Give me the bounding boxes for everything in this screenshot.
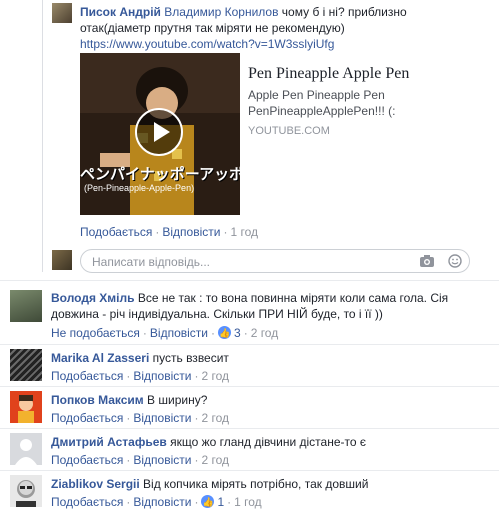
preview-title[interactable]: Pen Pineapple Apple Pen: [248, 65, 409, 83]
comment-author[interactable]: Володя Хміль: [51, 291, 135, 305]
divider: [0, 344, 499, 345]
comment-body: Marika Al Zasseri пусть взвесит: [51, 350, 229, 366]
comment-author[interactable]: Дмитрий Астафьев: [51, 435, 167, 449]
timestamp[interactable]: 2 год: [201, 369, 229, 383]
preview-desc-line2: PenPineappleApplePen!!! (:: [248, 104, 396, 118]
reply-button[interactable]: Відповісти: [133, 369, 191, 383]
comment-body: Ziablikov Sergii Від копчика мірять потр…: [51, 476, 368, 492]
divider: [0, 470, 499, 471]
like-button[interactable]: Подобається: [51, 411, 123, 425]
comment-actions: Подобається·Відповісти·1·1 год: [51, 494, 262, 510]
thumbnail-subcaption: (Pen-Pineapple-Apple-Pen): [84, 183, 195, 193]
thumbnail-caption: ペンパイナッポーアッポー: [80, 166, 240, 183]
play-icon[interactable]: [135, 108, 183, 156]
reply-text: чому б і ні? приблизно: [278, 5, 407, 19]
comment-text: Все не так : то вона повинна міряти коли…: [137, 291, 449, 305]
emoji-icon[interactable]: [448, 254, 462, 271]
reply-actions: Подобається · Відповісти · 1 год: [80, 225, 258, 239]
preview-desc-line1: Apple Pen Pineapple Pen: [248, 88, 385, 102]
timestamp[interactable]: 2 год: [201, 453, 229, 467]
link-preview-card[interactable]: ペンパイナッポーアッポー (Pen-Pineapple-Apple-Pen) P…: [80, 53, 432, 215]
comment-author[interactable]: Попков Максим: [51, 393, 144, 407]
comment-actions: Подобається · Відповісти · 2 год: [51, 453, 229, 467]
like-count-icon: [201, 494, 215, 510]
like-button[interactable]: Подобається: [51, 453, 123, 467]
comment-author[interactable]: Marika Al Zasseri: [51, 351, 149, 365]
avatar[interactable]: [10, 391, 42, 423]
reply-button[interactable]: Відповісти: [150, 326, 208, 340]
like-count[interactable]: 3: [234, 326, 241, 340]
my-avatar: [52, 250, 72, 270]
timestamp[interactable]: 1 год: [230, 225, 258, 239]
unlike-button[interactable]: Не подобається: [51, 326, 140, 340]
youtube-url-link[interactable]: https://www.youtube.com/watch?v=1W3sslyi…: [80, 37, 334, 51]
reply-input-box[interactable]: [80, 249, 470, 273]
mention-link[interactable]: Владимир Корнилов: [164, 5, 278, 19]
reply-button[interactable]: Відповісти: [133, 411, 191, 425]
divider: [0, 386, 499, 387]
reply-button[interactable]: Відповісти: [162, 225, 220, 239]
reply-button[interactable]: Відповісти: [133, 495, 191, 509]
avatar[interactable]: [10, 290, 42, 322]
reply-input[interactable]: [90, 253, 414, 271]
avatar[interactable]: [10, 475, 42, 507]
comment-body: Дмитрий Астафьев якщо жо гланд дівчини д…: [51, 434, 366, 450]
reply-button[interactable]: Відповісти: [133, 453, 191, 467]
reply-text-line2: отак(діаметр прутня так міряти не рекоме…: [80, 21, 345, 35]
comment-author[interactable]: Ziablikov Sergii: [51, 477, 140, 491]
comment-body: Володя Хміль Все не так : то вона повинн…: [51, 290, 491, 322]
comment-text: В ширину?: [147, 393, 208, 407]
reply-body: Писок Андрій Владимир Корнилов чому б і …: [80, 4, 490, 52]
like-button[interactable]: Подобається: [51, 495, 123, 509]
comment-text: якщо жо гланд дівчини дістане-то є: [170, 435, 367, 449]
comment-actions: Подобається · Відповісти · 2 год: [51, 369, 229, 383]
like-count-icon: [218, 325, 231, 341]
comment-actions: Не подобається·Відповісти·3·2 год: [51, 325, 278, 341]
comment-text: Від копчика мірять потрібно, так довший: [143, 477, 369, 491]
timestamp[interactable]: 2 год: [251, 326, 279, 340]
like-count[interactable]: 1: [217, 495, 224, 509]
timestamp[interactable]: 1 год: [234, 495, 262, 509]
avatar[interactable]: [52, 3, 72, 23]
video-thumbnail[interactable]: ペンパイナッポーアッポー (Pen-Pineapple-Apple-Pen): [80, 53, 240, 215]
timestamp[interactable]: 2 год: [201, 411, 229, 425]
divider: [0, 428, 499, 429]
comment-author[interactable]: Писок Андрій: [80, 5, 161, 19]
avatar[interactable]: [10, 433, 42, 465]
comment-body: Попков Максим В ширину?: [51, 392, 207, 408]
like-button[interactable]: Подобається: [51, 369, 123, 383]
like-button[interactable]: Подобається: [80, 225, 152, 239]
comment-text: пусть взвесит: [152, 351, 229, 365]
divider: [0, 280, 499, 281]
reply-thread-line: [42, 0, 43, 272]
camera-icon[interactable]: [420, 255, 434, 270]
preview-description: Apple Pen Pineapple Pen PenPineappleAppl…: [248, 87, 395, 119]
comment-actions: Подобається · Відповісти · 2 год: [51, 411, 229, 425]
comment-text-line2: довжина - річ індивідуальна. Скільки ПРИ…: [51, 307, 383, 321]
avatar[interactable]: [10, 349, 42, 381]
preview-domain: YOUTUBE.COM: [248, 125, 330, 137]
